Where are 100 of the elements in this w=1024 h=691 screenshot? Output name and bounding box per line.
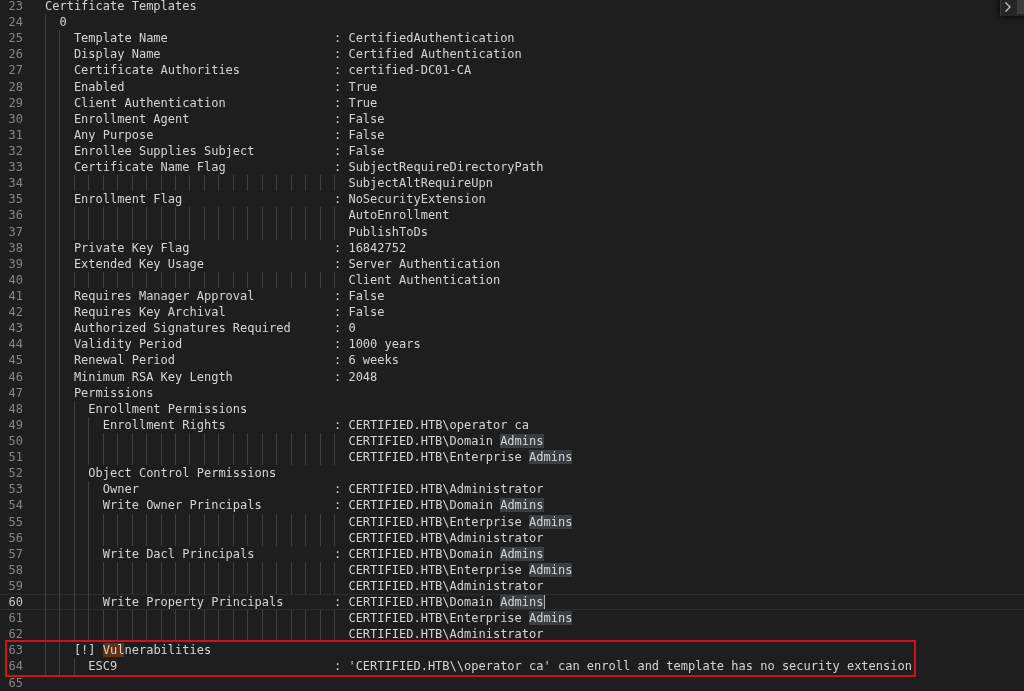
line-number: 58 <box>7 561 23 578</box>
code-text: Owner <box>102 482 139 497</box>
code-text: CERTIFIED.HTB\Administrator <box>348 626 544 643</box>
line-number: 49 <box>7 416 23 433</box>
code-text: Certificate Name Flag <box>73 160 226 175</box>
code-text: : CERTIFIED.HTB\Domain Admins <box>334 497 544 514</box>
code-text: Enrollment Rights <box>102 417 226 432</box>
code-text: Client Authentication <box>348 271 501 288</box>
code-text: Authorized Signatures Required <box>73 321 291 336</box>
code-text: : 'CERTIFIED.HTB\\operator ca' can enroll and template has no security extension <box>333 658 912 675</box>
code-text: : CERTIFIED.HTB\Domain Admins <box>334 594 544 611</box>
line-number: 39 <box>7 255 23 272</box>
code-text: CERTIFIED.HTB\Domain Admins <box>348 432 544 450</box>
code-text: CERTIFIED.HTB\Enterprise Admins <box>348 561 573 578</box>
code-text: ESC9 <box>88 659 118 674</box>
code-text: : False <box>333 126 385 143</box>
code-text: CERTIFIED.HTB\Administrator <box>348 529 544 546</box>
code-text: Validity Period <box>73 337 183 352</box>
line-number: 52 <box>7 465 23 482</box>
code-text: : True <box>333 94 378 111</box>
code-text: CERTIFIED.HTB\Enterprise Admins <box>348 449 573 466</box>
line-number: 62 <box>7 626 23 643</box>
code-text: : 16842752 <box>333 239 407 256</box>
line-number: 64 <box>7 658 23 675</box>
code-text: : CERTIFIED.HTB\Administrator <box>334 481 544 498</box>
code-text: Requires Manager Approval <box>73 288 255 303</box>
code-text: : False <box>333 143 385 160</box>
code-text: Certificate Authorities <box>73 63 241 78</box>
code-text: Template Name <box>73 31 168 46</box>
line-number: 23 <box>7 0 23 15</box>
line-number: 27 <box>7 62 23 79</box>
line-number: 65 <box>7 674 23 689</box>
code-text: CERTIFIED.HTB\Administrator <box>348 577 544 595</box>
code-text: : False <box>333 110 385 127</box>
code-text: Extended Key Usage <box>73 256 204 271</box>
line-number: 47 <box>7 384 23 401</box>
code-text: Display Name <box>73 47 161 62</box>
line-number: 33 <box>7 159 23 176</box>
line-number: 42 <box>7 304 23 321</box>
line-number: 34 <box>7 175 23 192</box>
line-number: 48 <box>7 400 23 417</box>
code-text: : NoSecurityExtension <box>333 191 486 208</box>
code-text: Any Purpose <box>73 127 154 142</box>
code-text: AutoEnrollment <box>348 207 450 224</box>
code-text: 0 <box>59 15 67 30</box>
line-number: 55 <box>7 513 23 530</box>
code-text: : certified-DC01-CA <box>333 62 472 79</box>
line-number: 53 <box>7 481 23 498</box>
code-text: Minimum RSA Key Length <box>73 369 233 384</box>
code-text: : CERTIFIED.HTB\operator ca <box>334 416 530 433</box>
line-number: 40 <box>7 271 23 288</box>
line-number: 36 <box>7 207 23 224</box>
line-number: 61 <box>7 610 23 627</box>
code-text: Client Authentication <box>73 95 226 110</box>
code-text: PublishToDs <box>348 223 428 240</box>
line-number: 38 <box>7 239 23 256</box>
code-text: CERTIFIED.HTB\Enterprise Admins <box>348 513 573 530</box>
code-text: SubjectAltRequireUpn <box>348 175 493 192</box>
code-text: : 0 <box>333 320 356 337</box>
line-number: 24 <box>7 14 23 31</box>
code-text: Write Dacl Principals <box>102 546 255 561</box>
code-text: [!] Vulnerabilities <box>73 643 212 658</box>
code-text: : CertifiedAuthentication <box>333 30 515 47</box>
line-number: 56 <box>7 529 23 546</box>
line-number: 41 <box>7 287 23 305</box>
code-text: Renewal Period <box>73 353 176 368</box>
line-number: 51 <box>7 449 23 466</box>
text-cursor <box>543 595 545 610</box>
code-text: Permissions <box>73 385 154 400</box>
code-text: Requires Key Archival <box>73 305 226 320</box>
line-number: 60 <box>7 594 23 611</box>
code-text: Object Control Permissions <box>88 466 277 481</box>
code-text: : Certified Authentication <box>333 46 522 63</box>
code-text: Enrollment Agent <box>73 111 190 126</box>
code-text: : True <box>333 78 378 95</box>
code-text: Enabled <box>73 79 125 94</box>
line-number: 46 <box>7 368 23 385</box>
code-text: : 6 weeks <box>333 352 399 369</box>
code-text: : 2048 <box>333 368 378 385</box>
code-text: Enrollment Permissions <box>88 401 248 416</box>
line-number: 29 <box>7 94 23 111</box>
line-number: 45 <box>7 352 23 369</box>
code-text: : False <box>333 304 385 321</box>
code-text: : False <box>333 287 385 305</box>
line-number: 44 <box>7 336 23 353</box>
line-number: 37 <box>7 223 23 240</box>
code-text: Enrollee Supplies Subject <box>73 144 255 158</box>
line-number: 63 <box>7 642 23 659</box>
code-text: Enrollment Flag <box>73 192 183 207</box>
line-number: 35 <box>7 191 23 208</box>
line-number: 28 <box>7 78 23 95</box>
line-number: 59 <box>7 577 23 595</box>
line-number: 30 <box>7 110 23 127</box>
code-text: : CERTIFIED.HTB\Domain Admins <box>334 545 544 562</box>
line-number: 31 <box>7 126 23 143</box>
code-text: CERTIFIED.HTB\Enterprise Admins <box>348 610 573 627</box>
line-number: 25 <box>7 30 23 47</box>
line-number: 54 <box>7 497 23 514</box>
code-text: Private Key Flag <box>73 240 190 255</box>
line-number: 43 <box>7 320 23 337</box>
